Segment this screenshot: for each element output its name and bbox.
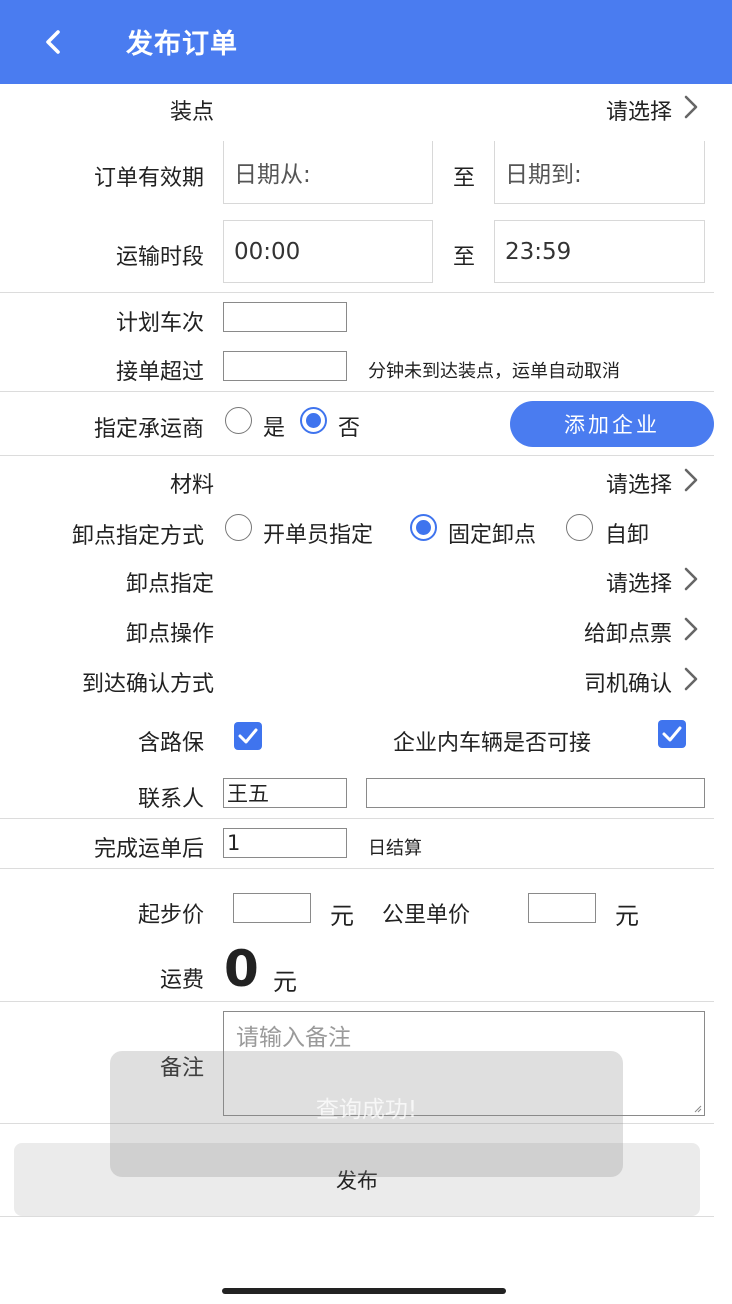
validity-to-word: 至 (453, 166, 476, 191)
carrier-yes-label: 是 (263, 416, 286, 441)
accept-timeout-input[interactable] (223, 351, 347, 381)
validity-to-input[interactable]: 日期到: (494, 141, 705, 204)
arrival-confirm-select[interactable]: 司机确认 (584, 666, 672, 698)
freight-value: 0 (224, 940, 259, 998)
carrier-label: 指定承运商 (93, 417, 204, 442)
start-price-unit: 元 (330, 902, 354, 930)
accept-timeout-label: 接单超过 (115, 360, 204, 385)
accept-timeout-suffix: 分钟未到达装点，运单自动取消 (368, 361, 620, 382)
remarks-placeholder: 请输入备注 (236, 1025, 351, 1051)
back-arrow-icon[interactable] (40, 28, 68, 56)
unload-method-radio-fixed[interactable] (410, 514, 437, 541)
freight-unit: 元 (273, 968, 297, 996)
page-title: 发布订单 (126, 29, 238, 60)
divider (0, 818, 714, 819)
contact-label: 联系人 (137, 787, 204, 812)
unload-method-option-operator: 开单员指定 (263, 523, 374, 548)
contact-phone-input[interactable] (366, 778, 705, 808)
internal-vehicle-checkbox[interactable] (658, 720, 686, 748)
transport-to-input[interactable]: 23:59 (494, 220, 705, 283)
carrier-no-radio[interactable] (300, 407, 327, 434)
divider (0, 292, 714, 293)
chevron-right-icon[interactable] (682, 467, 700, 493)
settlement-label: 完成运单后 (93, 837, 204, 862)
chevron-right-icon[interactable] (682, 616, 700, 642)
unload-method-option-self: 自卸 (605, 523, 650, 548)
km-price-input[interactable] (528, 893, 596, 923)
checkmark-icon (662, 726, 682, 742)
freight-label: 运费 (159, 968, 204, 993)
start-price-label: 起步价 (137, 903, 204, 928)
load-point-label: 装点 (169, 100, 214, 125)
transport-period-label: 运输时段 (115, 245, 204, 270)
road-insurance-label: 含路保 (137, 731, 204, 756)
chevron-right-icon[interactable] (682, 666, 700, 692)
carrier-yes-radio[interactable] (225, 407, 252, 434)
km-price-unit: 元 (615, 902, 639, 930)
divider (0, 868, 714, 869)
carrier-no-label: 否 (338, 416, 361, 441)
chevron-right-icon[interactable] (682, 94, 700, 120)
internal-vehicle-label: 企业内车辆是否可接 (393, 731, 592, 756)
settlement-days-input[interactable]: 1 (223, 828, 347, 858)
chevron-right-icon[interactable] (682, 566, 700, 592)
transport-to-word: 至 (453, 245, 476, 270)
divider (0, 455, 714, 456)
arrival-confirm-label: 到达确认方式 (81, 672, 214, 697)
home-indicator (222, 1288, 506, 1294)
km-price-label: 公里单价 (382, 903, 471, 928)
material-select[interactable]: 请选择 (606, 467, 672, 499)
unload-method-radio-self[interactable] (566, 514, 593, 541)
validity-label: 订单有效期 (93, 166, 204, 191)
toast-text: 查询成功! (315, 1097, 418, 1123)
settlement-suffix: 日结算 (368, 838, 422, 859)
contact-name-input[interactable]: 王五 (223, 778, 347, 808)
unload-method-radio-operator[interactable] (225, 514, 252, 541)
app-header: 发布订单 (0, 0, 732, 84)
resize-handle-icon[interactable] (694, 1105, 702, 1113)
checkmark-icon (238, 728, 258, 744)
unload-method-option-fixed: 固定卸点 (448, 523, 537, 548)
unload-operation-label: 卸点操作 (125, 622, 214, 647)
toast-message: 查询成功! (110, 1051, 623, 1177)
unload-point-label: 卸点指定 (125, 572, 214, 597)
divider (0, 1216, 714, 1217)
add-company-button[interactable]: 添加企业 (510, 401, 714, 447)
divider (0, 391, 714, 392)
load-point-select[interactable]: 请选择 (606, 94, 672, 126)
planned-trips-label: 计划车次 (115, 311, 204, 336)
road-insurance-checkbox[interactable] (234, 722, 262, 750)
transport-from-input[interactable]: 00:00 (223, 220, 433, 283)
divider (0, 1001, 714, 1002)
material-label: 材料 (169, 473, 214, 498)
unload-point-select[interactable]: 请选择 (606, 566, 672, 598)
validity-from-input[interactable]: 日期从: (223, 141, 433, 204)
planned-trips-input[interactable] (223, 302, 347, 332)
unload-operation-select[interactable]: 给卸点票 (584, 616, 672, 648)
start-price-input[interactable] (233, 893, 311, 923)
unload-method-label: 卸点指定方式 (71, 524, 204, 549)
